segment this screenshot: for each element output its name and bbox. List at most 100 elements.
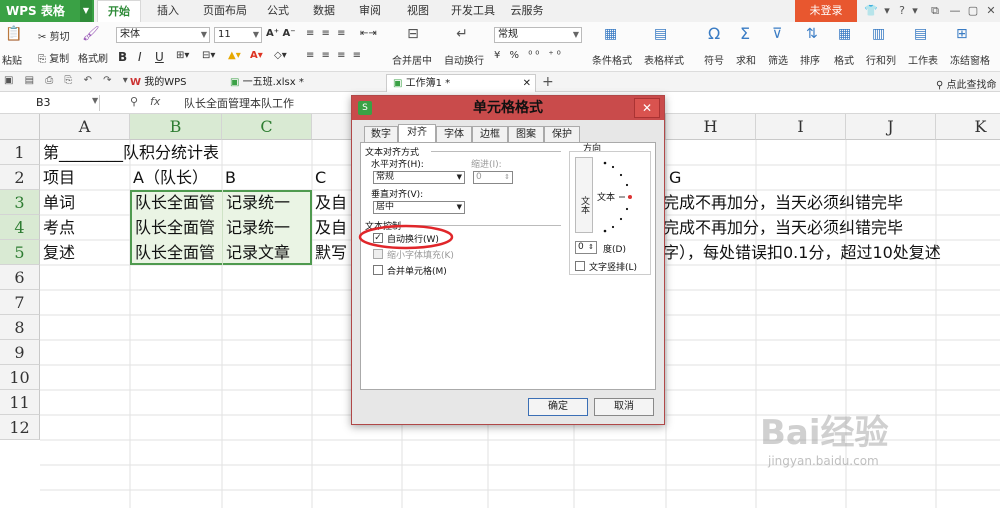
paste-icon[interactable]: 📋 xyxy=(4,26,24,42)
format-painter-button[interactable]: 格式刷 xyxy=(78,50,108,65)
app-menu-dropdown-icon[interactable]: ▼ xyxy=(80,0,92,22)
dialog-tab-border[interactable]: 边框 xyxy=(472,126,508,142)
row-header-7[interactable]: 7 xyxy=(0,290,40,315)
select-all-corner[interactable] xyxy=(0,114,40,140)
cell-b4[interactable]: 队长全面管 xyxy=(132,215,222,240)
indent-stepper[interactable]: 0 ⇕ xyxy=(473,171,513,184)
orientation-dial[interactable]: 文本 xyxy=(597,157,645,237)
cell-c3[interactable]: 记录统一 xyxy=(222,190,312,215)
font-size-select[interactable]: 11 ▼ xyxy=(214,27,262,43)
symbol-icon[interactable]: Ω xyxy=(708,24,720,43)
menu-tab-formula[interactable]: 公式 xyxy=(260,0,296,22)
border-icon[interactable]: ⊞▾ xyxy=(176,50,189,61)
sort-button[interactable]: 排序 xyxy=(800,52,820,67)
function-icon[interactable]: fx xyxy=(150,95,160,108)
row-header-2[interactable]: 2 xyxy=(0,165,40,190)
quick-access-icons[interactable]: ▣ ▤ ⎙ ⎘ ↶ ↷ ▾ xyxy=(4,75,132,86)
format-icon[interactable]: ▦ xyxy=(838,26,851,42)
filter-button[interactable]: 筛选 xyxy=(768,52,788,67)
font-name-select[interactable]: 宋体 ▼ xyxy=(116,27,210,43)
brush-icon[interactable]: 🖌 xyxy=(82,26,100,42)
cell-g5[interactable]: 字），每处错误扣0.1分，超过10处复述 xyxy=(660,240,1000,265)
row-header-10[interactable]: 10 xyxy=(0,365,40,390)
menu-tab-review[interactable]: 审阅 xyxy=(352,0,388,22)
shirt-icon[interactable]: ▾ xyxy=(880,4,894,18)
number-style-icons[interactable]: ¥ % ⁰⁰ ⁺⁰ xyxy=(494,50,564,61)
column-header-h[interactable]: H xyxy=(666,114,756,140)
row-header-4[interactable]: 4 xyxy=(0,215,40,240)
cell-a4[interactable]: 考点 xyxy=(40,215,130,240)
menu-tab-insert[interactable]: 插入 xyxy=(150,0,186,22)
cell-a2[interactable]: 项目 xyxy=(40,165,130,190)
cell-c4[interactable]: 记录统一 xyxy=(222,215,312,240)
cell-a3[interactable]: 单词 xyxy=(40,190,130,215)
sort-icon[interactable]: ⇅ xyxy=(806,26,818,42)
close-tab-icon[interactable]: ✕ xyxy=(523,75,531,93)
degree-stepper[interactable]: 0 ⇕ xyxy=(575,241,597,254)
sum-button[interactable]: 求和 xyxy=(736,52,756,67)
wrap-text-icon[interactable]: ↵ xyxy=(452,26,472,42)
merge-center-icon[interactable]: ⊟ xyxy=(398,26,428,42)
name-box-dropdown-icon[interactable]: ▼ xyxy=(92,96,98,105)
cell-g2[interactable]: G xyxy=(666,165,756,190)
column-header-c[interactable]: C xyxy=(222,114,312,140)
name-box[interactable]: B3 xyxy=(4,95,100,111)
italic-button[interactable]: I xyxy=(138,50,142,64)
new-tab-icon[interactable]: + xyxy=(542,74,554,90)
dropdown-icon[interactable]: ▾ xyxy=(908,4,922,18)
doc-tab-workbook1[interactable]: ▣ 工作簿1 * ✕ xyxy=(386,74,536,92)
cell-d3[interactable]: 及自 xyxy=(312,190,352,215)
row-header-9[interactable]: 9 xyxy=(0,340,40,365)
align-horizontal-icons[interactable]: ≡ ≡ ≡ ≡ xyxy=(306,50,363,61)
cell-g3[interactable]: 完成不再加分，当天必须纠错完毕 xyxy=(660,190,1000,215)
symbol-button[interactable]: 符号 xyxy=(704,52,724,67)
row-header-6[interactable]: 6 xyxy=(0,265,40,290)
grow-font-icon[interactable]: A⁺ A⁻ xyxy=(266,28,296,39)
filter-icon[interactable]: ⊽ xyxy=(772,26,782,42)
skin-icon[interactable]: 👕 xyxy=(864,4,878,18)
menu-tab-data[interactable]: 数据 xyxy=(306,0,342,22)
menu-tab-developer[interactable]: 开发工具 xyxy=(448,0,498,22)
column-header-i[interactable]: I xyxy=(756,114,846,140)
dialog-tab-alignment[interactable]: 对齐 xyxy=(398,124,436,143)
vertical-align-select[interactable]: 居中 ▼ xyxy=(373,201,465,214)
indent-icon[interactable]: ⇤⇥ xyxy=(360,28,377,39)
number-format-select[interactable]: 常规 ▼ xyxy=(494,27,582,43)
minimize-icon[interactable]: — xyxy=(948,4,962,18)
menu-tab-cloud[interactable]: 云服务 xyxy=(504,0,550,22)
dialog-tab-protection[interactable]: 保护 xyxy=(544,126,580,142)
row-header-1[interactable]: 1 xyxy=(0,140,40,165)
formula-input[interactable]: 队长全面管理本队工作 xyxy=(184,95,294,111)
row-header-12[interactable]: 12 xyxy=(0,415,40,440)
dialog-tab-number[interactable]: 数字 xyxy=(364,126,398,142)
paste-label[interactable]: 粘贴 xyxy=(2,52,22,67)
copy-button[interactable]: ⎘ 复制 xyxy=(38,50,69,65)
cell-c2[interactable]: B xyxy=(222,165,312,190)
merge-center-button[interactable]: 合并居中 xyxy=(392,52,432,67)
help-icon[interactable]: ? xyxy=(895,4,909,18)
align-top-icons[interactable]: ≡ ≡ ≡ xyxy=(306,28,348,39)
dialog-tab-pattern[interactable]: 图案 xyxy=(508,126,544,142)
conditional-format-icon[interactable]: ▦ xyxy=(604,26,617,42)
search-command[interactable]: ⚲ 点此查找命 xyxy=(936,76,997,91)
column-header-b[interactable]: B xyxy=(130,114,222,140)
restore-icon[interactable]: ⧉ xyxy=(928,4,942,18)
close-icon[interactable]: ✕ xyxy=(984,4,998,18)
row-header-5[interactable]: 5 xyxy=(0,240,40,265)
cell-a5[interactable]: 复述 xyxy=(40,240,130,265)
underline-button[interactable]: U xyxy=(155,50,164,64)
cell-d4[interactable]: 及自 xyxy=(312,215,352,240)
horizontal-align-select[interactable]: 常规 ▼ xyxy=(373,171,465,184)
column-header-j[interactable]: J xyxy=(846,114,936,140)
vertical-stack-checkbox[interactable] xyxy=(575,261,585,271)
dialog-tab-font[interactable]: 字体 xyxy=(436,126,472,142)
cell-c5[interactable]: 记录文章 xyxy=(222,240,312,265)
ok-button[interactable]: 确定 xyxy=(528,398,588,416)
menu-tab-view[interactable]: 视图 xyxy=(400,0,436,22)
merge-cells-checkbox[interactable] xyxy=(373,265,383,275)
cell-b3[interactable]: 队长全面管 xyxy=(132,190,222,215)
sum-icon[interactable]: Σ xyxy=(740,24,750,43)
login-button[interactable]: 未登录 xyxy=(795,0,857,22)
dialog-close-icon[interactable]: ✕ xyxy=(634,98,660,118)
wrap-text-button[interactable]: 自动换行 xyxy=(444,52,484,67)
